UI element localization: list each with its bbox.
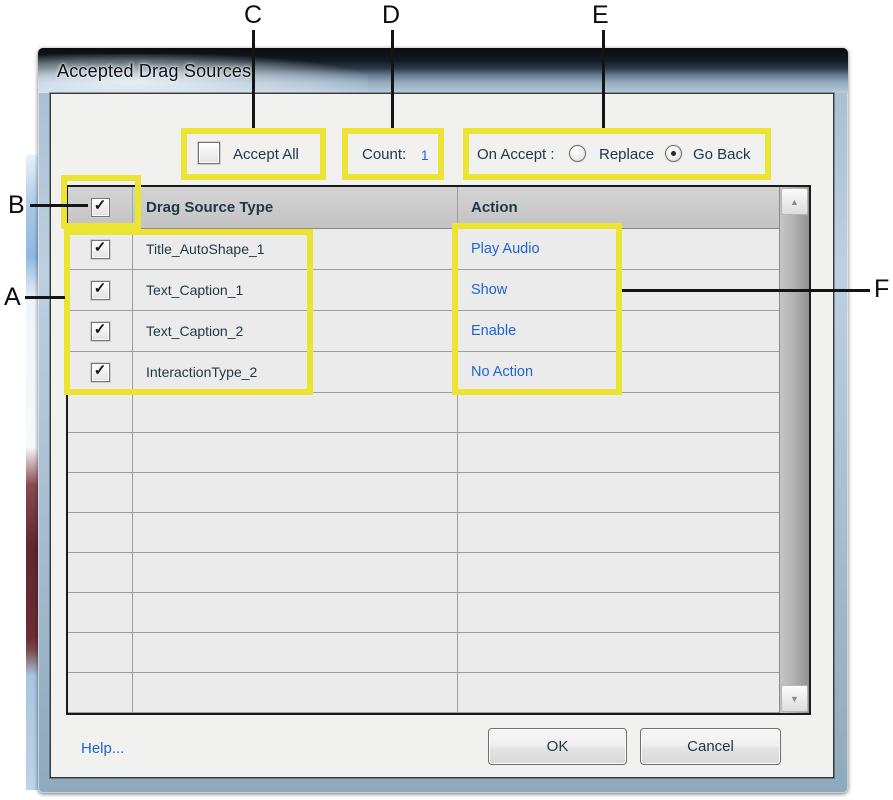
annotation-line-c — [252, 30, 255, 128]
checkmark-icon: ✓ — [93, 320, 107, 338]
count-label: Count: — [362, 146, 407, 163]
annotation-line-e — [602, 30, 605, 128]
accept-all-checkbox[interactable] — [198, 142, 220, 164]
dialog-titlebar[interactable]: Accepted Drag Sources — [38, 48, 848, 93]
action-link[interactable]: Enable — [471, 323, 516, 339]
drag-source-name: Title_AutoShape_1 — [146, 241, 265, 257]
annotation-letter-d: D — [382, 1, 401, 29]
row-checkbox[interactable]: ✓ — [90, 238, 110, 259]
table-row-empty — [68, 473, 779, 513]
column-header-action: Action — [471, 199, 518, 216]
select-all-rows-checkbox[interactable]: ✓ — [90, 197, 110, 217]
table-row: ✓ InteractionType_2 No Action — [68, 352, 779, 393]
screenshot-root: Accepted Drag Sources Accept All Count: … — [0, 0, 893, 800]
table-row-empty — [68, 553, 779, 593]
help-link[interactable]: Help... — [81, 740, 124, 757]
action-link[interactable]: No Action — [471, 364, 533, 380]
table-row-empty — [68, 513, 779, 553]
replace-label: Replace — [599, 146, 655, 163]
annotation-letter-b: B — [8, 191, 25, 219]
accept-all-label: Accept All — [233, 146, 299, 163]
checkmark-icon: ✓ — [93, 197, 107, 214]
go-back-label: Go Back — [693, 146, 751, 163]
dialog-title: Accepted Drag Sources — [57, 61, 252, 81]
replace-radio[interactable] — [569, 145, 586, 162]
checkmark-icon: ✓ — [93, 361, 107, 379]
accepted-drag-sources-dialog: Accepted Drag Sources Accept All Count: … — [38, 48, 848, 793]
cancel-button[interactable]: Cancel — [640, 728, 781, 765]
drag-source-name: Text_Caption_2 — [146, 323, 244, 339]
scroll-down-icon: ▼ — [790, 693, 799, 704]
row-checkbox[interactable]: ✓ — [90, 320, 110, 341]
dialog-content: Accept All Count: 1 On Accept : Replace … — [50, 93, 834, 778]
checkmark-icon: ✓ — [93, 238, 107, 256]
table-body: ✓ Title_AutoShape_1 Play Audio ✓ Text_Ca… — [68, 229, 779, 713]
go-back-radio[interactable] — [665, 145, 682, 162]
table-row-empty — [68, 433, 779, 473]
row-checkbox[interactable]: ✓ — [90, 361, 110, 382]
table-row-empty — [68, 593, 779, 633]
annotation-letter-f: F — [874, 275, 890, 303]
scroll-down-button[interactable]: ▼ — [781, 685, 808, 712]
action-link[interactable]: Show — [471, 282, 507, 298]
column-header-drag-source-type: Drag Source Type — [146, 199, 274, 216]
ok-button[interactable]: OK — [488, 728, 627, 765]
scroll-up-icon: ▲ — [790, 196, 799, 207]
annotation-letter-a: A — [4, 283, 21, 311]
checkmark-icon: ✓ — [93, 279, 107, 297]
drag-sources-table: ✓ Drag Source Type Action ✓ Title_AutoSh… — [66, 185, 811, 715]
drag-source-name: InteractionType_2 — [146, 364, 258, 380]
drag-source-name: Text_Caption_1 — [146, 282, 244, 298]
table-row-empty — [68, 673, 779, 713]
table-header-row: ✓ Drag Source Type Action — [68, 187, 779, 229]
row-checkbox[interactable]: ✓ — [90, 279, 110, 300]
table-row: ✓ Text_Caption_2 Enable — [68, 311, 779, 352]
annotation-line-b — [30, 204, 88, 207]
annotation-line-f — [622, 289, 870, 292]
annotation-letter-e: E — [592, 1, 609, 29]
count-value: 1 — [421, 148, 429, 163]
scroll-up-button[interactable]: ▲ — [781, 188, 808, 215]
on-accept-label: On Accept : — [477, 146, 555, 163]
table-row: ✓ Title_AutoShape_1 Play Audio — [68, 229, 779, 270]
table-main: ✓ Drag Source Type Action ✓ Title_AutoSh… — [68, 187, 779, 713]
annotation-line-d — [391, 30, 394, 128]
table-row-empty — [68, 633, 779, 673]
vertical-scrollbar[interactable]: ▲ ▼ — [779, 187, 809, 713]
annotation-letter-c: C — [244, 1, 263, 29]
scrollbar-track[interactable] — [780, 216, 809, 684]
action-link[interactable]: Play Audio — [471, 241, 540, 257]
annotation-line-a — [25, 296, 65, 299]
table-row-empty — [68, 393, 779, 433]
